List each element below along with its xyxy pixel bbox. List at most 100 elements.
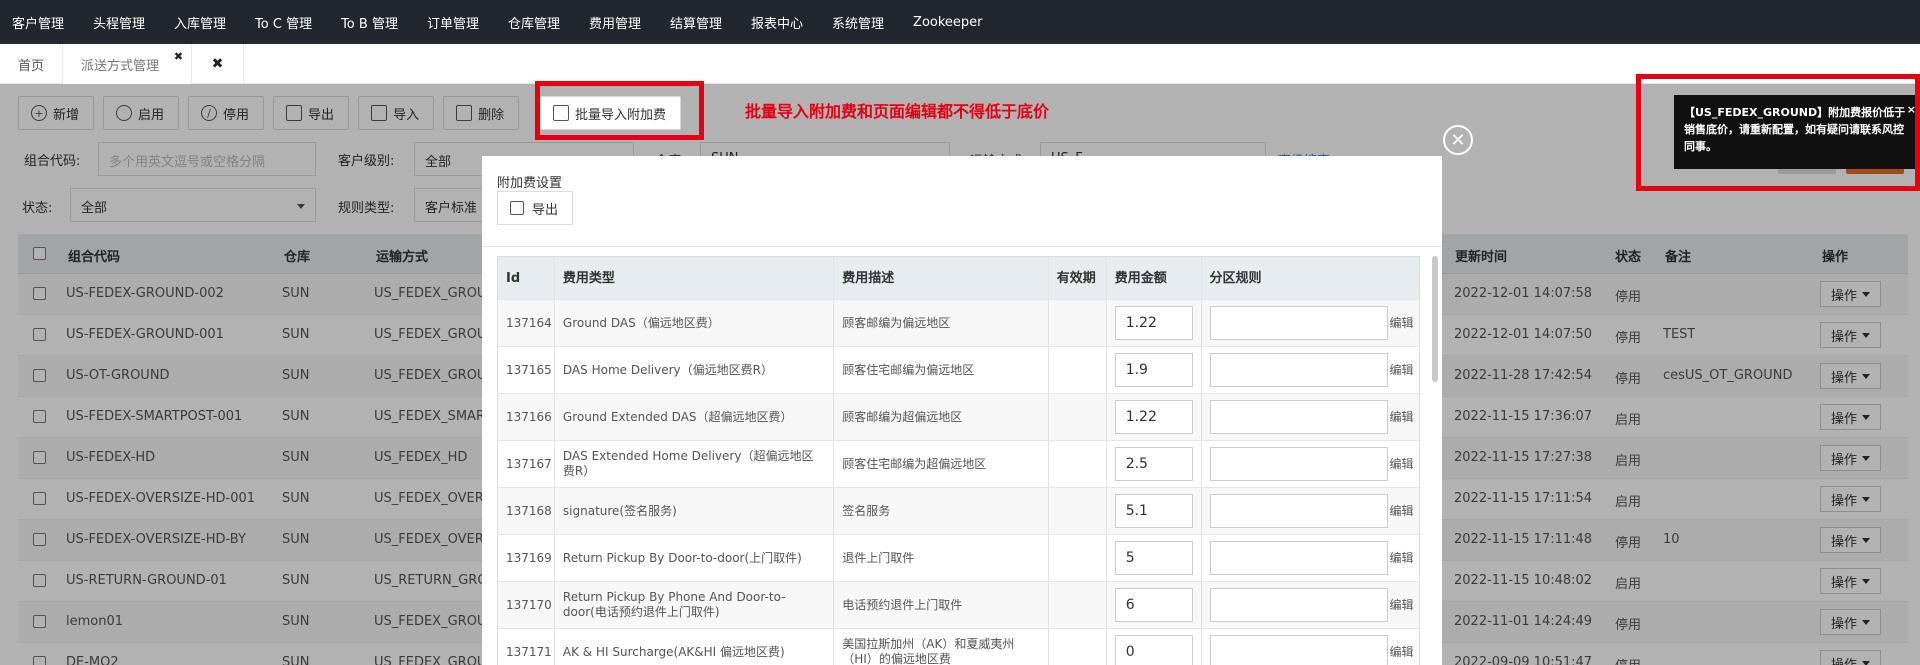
modal-title: 附加费设置 — [497, 176, 563, 191]
amount-input[interactable]: 6 — [1114, 588, 1193, 622]
zone-rule-input[interactable] — [1209, 541, 1388, 575]
cell-validity — [1049, 629, 1107, 665]
header-validity: 有效期 — [1049, 257, 1107, 299]
edit-button[interactable]: 编辑 — [1390, 457, 1414, 472]
cell-id: 137167 — [498, 441, 555, 487]
surcharge-table-header: Id 费用类型 费用描述 有效期 费用金额 分区规则 — [498, 257, 1419, 299]
annotation-text: 批量导入附加费和页面编辑都不得低于底价 — [745, 102, 1050, 121]
amount-input[interactable]: 0 — [1114, 635, 1193, 665]
amount-input[interactable]: 5 — [1114, 541, 1193, 575]
modal-scrollbar[interactable] — [1432, 256, 1438, 382]
nav-item[interactable]: 入库管理 — [174, 13, 226, 32]
edit-button[interactable]: 编辑 — [1390, 410, 1414, 425]
batch-import-surcharge-button-highlight[interactable]: 批量导入附加费 — [540, 96, 682, 130]
close-tab-icon[interactable]: ✖ — [174, 50, 183, 63]
cell-id: 137164 — [498, 300, 555, 346]
cell-id: 137168 — [498, 488, 555, 534]
nav-item[interactable]: 费用管理 — [589, 13, 641, 32]
cell-fee-type: DAS Home Delivery（偏远地区费R） — [555, 347, 835, 393]
nav-item[interactable]: 报表中心 — [751, 13, 803, 32]
cell-validity — [1049, 441, 1107, 487]
nav-item[interactable]: To B 管理 — [341, 13, 398, 32]
tab-shipping-method-label: 派送方式管理 — [81, 58, 160, 74]
cell-fee-desc: 顾客住宅邮编为偏远地区 — [834, 347, 1049, 393]
edit-button[interactable]: 编辑 — [1390, 316, 1414, 331]
cell-fee-type: signature(签名服务) — [555, 488, 835, 534]
zone-rule-input[interactable] — [1209, 635, 1388, 665]
cell-fee-type: Ground Extended DAS（超偏远地区费） — [555, 394, 835, 440]
surcharge-table: Id 费用类型 费用描述 有效期 费用金额 分区规则 137164 Ground … — [497, 256, 1420, 665]
nav-item[interactable]: To C 管理 — [255, 13, 312, 32]
amount-input[interactable]: 1.22 — [1114, 306, 1193, 340]
cell-id: 137170 — [498, 582, 555, 628]
cell-fee-type: Return Pickup By Phone And Door-to-door(… — [555, 582, 835, 628]
modal-export-button[interactable]: 导出 — [497, 191, 574, 225]
surcharge-row: 137170 Return Pickup By Phone And Door-to… — [498, 581, 1419, 628]
annotation-box-tooltip — [1636, 74, 1920, 191]
amount-value: 6 — [1125, 596, 1135, 613]
zone-rule-input[interactable] — [1209, 400, 1388, 434]
cell-fee-desc: 美国拉斯加州（AK）和夏威夷州（HI）的偏远地区费 — [834, 629, 1049, 665]
header-zone-rule: 分区规则 — [1209, 270, 1262, 286]
top-nav: 客户管理 头程管理 入库管理 To C 管理 To B 管理 订单管理 仓库管理 费用管理 结算… — [0, 0, 1920, 44]
amount-input[interactable]: 5.1 — [1114, 494, 1193, 528]
cell-id: 137166 — [498, 394, 555, 440]
zone-rule-input[interactable] — [1209, 588, 1388, 622]
cell-validity — [1049, 535, 1107, 581]
cell-validity — [1049, 488, 1107, 534]
close-all-tabs-button[interactable]: ✖ — [192, 44, 245, 84]
tab-bar: 首页 派送方式管理 ✖ ✖ — [0, 44, 1920, 84]
nav-item[interactable]: 订单管理 — [427, 13, 479, 32]
cell-fee-type: Return Pickup By Door-to-door(上门取件) — [555, 535, 835, 581]
tab-shipping-method[interactable]: 派送方式管理 ✖ — [63, 44, 193, 84]
zone-rule-input[interactable] — [1209, 447, 1388, 481]
amount-input[interactable]: 1.22 — [1114, 400, 1193, 434]
divider — [482, 246, 1442, 247]
amount-value: 0 — [1125, 643, 1135, 660]
nav-item[interactable]: 客户管理 — [12, 13, 64, 32]
surcharge-row: 137168 signature(签名服务) 签名服务 5.1 编辑 — [498, 487, 1419, 534]
edit-button[interactable]: 编辑 — [1390, 504, 1414, 519]
edit-button[interactable]: 编辑 — [1390, 645, 1414, 660]
nav-item[interactable]: 系统管理 — [832, 13, 884, 32]
header-id: Id — [498, 257, 555, 299]
amount-value: 1.22 — [1125, 314, 1157, 331]
modal-close-button[interactable]: ✕ — [1443, 125, 1473, 155]
cell-fee-desc: 顾客邮编为偏远地区 — [834, 300, 1049, 346]
batch-import-highlight-label: 批量导入附加费 — [575, 107, 667, 123]
cell-id: 137171 — [498, 629, 555, 665]
export-icon — [510, 201, 524, 215]
cell-fee-desc: 电话预约退件上门取件 — [834, 582, 1049, 628]
nav-item[interactable]: Zookeeper — [913, 15, 982, 30]
tab-home-label: 首页 — [18, 58, 45, 74]
amount-value: 5 — [1125, 549, 1135, 566]
modal-export-label: 导出 — [532, 202, 559, 218]
surcharge-settings-modal: 附加费设置 导出 Id 费用类型 费用描述 有效期 费用金额 分区规则 1371… — [482, 156, 1442, 665]
cell-fee-desc: 退件上门取件 — [834, 535, 1049, 581]
surcharge-row: 137169 Return Pickup By Door-to-door(上门取件… — [498, 534, 1419, 581]
cell-validity — [1049, 394, 1107, 440]
cell-validity — [1049, 300, 1107, 346]
nav-item[interactable]: 结算管理 — [670, 13, 722, 32]
edit-button[interactable]: 编辑 — [1390, 363, 1414, 378]
cell-fee-desc: 签名服务 — [834, 488, 1049, 534]
edit-button[interactable]: 编辑 — [1390, 598, 1414, 613]
amount-input[interactable]: 2.5 — [1114, 447, 1193, 481]
surcharge-row: 137165 DAS Home Delivery（偏远地区费R） 顾客住宅邮编为偏远… — [498, 346, 1419, 393]
cell-fee-type: Ground DAS（偏远地区费） — [555, 300, 835, 346]
close-icon: ✖ — [211, 56, 224, 72]
edit-button[interactable]: 编辑 — [1390, 551, 1414, 566]
zone-rule-input[interactable] — [1209, 306, 1388, 340]
surcharge-row: 137164 Ground DAS（偏远地区费） 顾客邮编为偏远地区 1.22 编辑 — [498, 299, 1419, 346]
tab-home[interactable]: 首页 — [0, 44, 64, 84]
zone-rule-input[interactable] — [1209, 494, 1388, 528]
nav-item[interactable]: 头程管理 — [93, 13, 145, 32]
zone-rule-input[interactable] — [1209, 353, 1388, 387]
cell-fee-desc: 顾客住宅邮编为超偏远地区 — [834, 441, 1049, 487]
nav-item[interactable]: 仓库管理 — [508, 13, 560, 32]
surcharge-row: 137171 AK & HI Surcharge(AK&HI 偏远地区费) 美国拉斯… — [498, 628, 1419, 665]
amount-input[interactable]: 1.9 — [1114, 353, 1193, 387]
amount-value: 1.22 — [1125, 408, 1157, 425]
cell-fee-type: AK & HI Surcharge(AK&HI 偏远地区费) — [555, 629, 835, 665]
surcharge-row: 137166 Ground Extended DAS（超偏远地区费） 顾客邮编为超偏… — [498, 393, 1419, 440]
